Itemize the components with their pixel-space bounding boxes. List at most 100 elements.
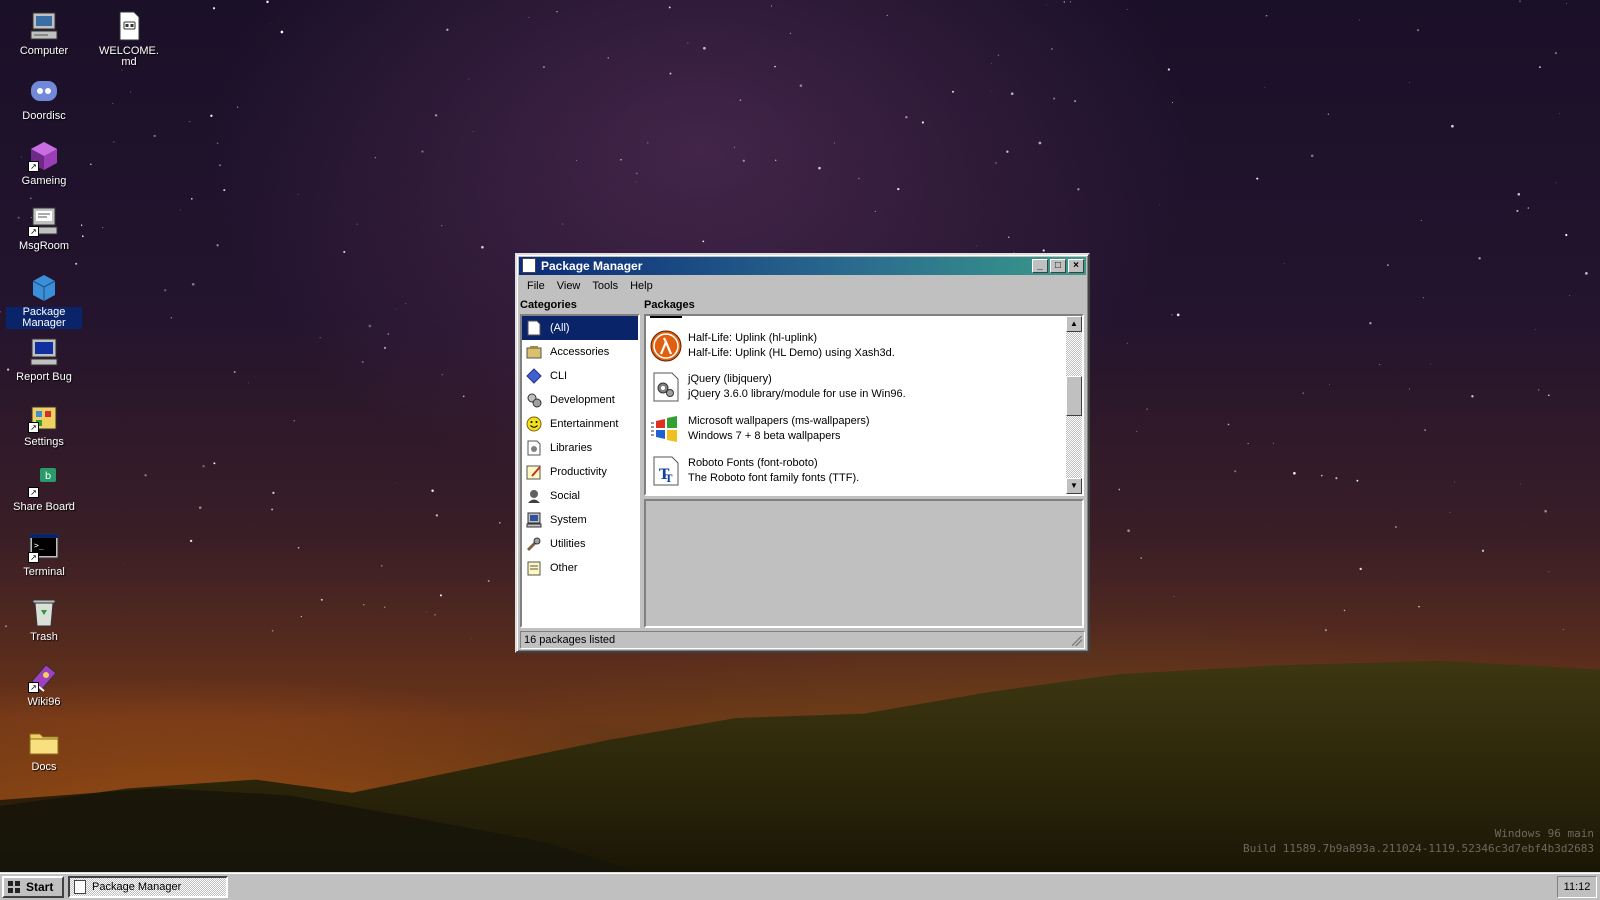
star — [951, 90, 955, 93]
star — [1234, 470, 1237, 473]
star — [405, 303, 407, 304]
package-item-ms-wallpapers[interactable]: Microsoft wallpapers (ms-wallpapers) Win… — [650, 409, 870, 449]
close-button[interactable]: × — [1068, 259, 1084, 273]
desktop-icon-computer[interactable]: Computer — [6, 10, 82, 57]
star — [269, 23, 271, 25]
computer-icon — [28, 10, 60, 42]
star — [1519, 0, 1521, 2]
folder-icon — [28, 726, 60, 758]
star — [89, 163, 92, 166]
menu-help[interactable]: Help — [624, 278, 659, 296]
menu-file[interactable]: File — [521, 278, 551, 296]
star — [320, 598, 323, 601]
star — [439, 594, 442, 597]
categories-heading: Categories — [520, 299, 577, 311]
maximize-button[interactable]: □ — [1050, 259, 1066, 273]
desktop-icon-wiki96[interactable]: ↗ Wiki96 — [6, 661, 82, 708]
category-other[interactable]: Other — [522, 556, 638, 580]
menu-view[interactable]: View — [551, 278, 587, 296]
star — [635, 181, 637, 182]
desktop-icon-doordisc[interactable]: Doordisc — [6, 75, 82, 122]
package-manager-window[interactable]: Package Manager _ □ × File View Tools He… — [515, 253, 1090, 653]
productivity-icon — [526, 464, 542, 480]
star — [218, 164, 222, 167]
desktop-icon-welcome[interactable]: WELCOME.md — [91, 10, 167, 68]
star — [1554, 51, 1558, 55]
taskbar-item-package-manager[interactable]: Package Manager — [68, 876, 228, 898]
system-tray-clock[interactable]: 11:12 — [1557, 876, 1597, 898]
star — [1042, 249, 1045, 252]
desktop-icon-terminal[interactable]: >_ ↗ Terminal — [6, 531, 82, 578]
star — [1247, 442, 1249, 445]
star — [1395, 526, 1397, 528]
star — [1544, 509, 1547, 513]
star — [1171, 314, 1173, 316]
category-all[interactable]: (All) — [522, 316, 638, 340]
star — [542, 66, 545, 69]
star — [1293, 471, 1296, 475]
desktop-icon-docs[interactable]: Docs — [6, 726, 82, 773]
category-social[interactable]: Social — [522, 484, 638, 508]
category-development[interactable]: Development — [522, 388, 638, 412]
category-cli[interactable]: CLI — [522, 364, 638, 388]
title-bar[interactable]: Package Manager _ □ × — [519, 257, 1086, 275]
star — [858, 177, 860, 180]
star — [1539, 66, 1541, 68]
desktop-icon-settings[interactable]: ↗ Settings — [6, 401, 82, 448]
entertainment-icon — [526, 416, 542, 432]
desktop-icon-package-manager[interactable]: Package Manager — [6, 271, 82, 329]
star — [1126, 342, 1128, 344]
desktop-icon-trash[interactable]: Trash — [6, 596, 82, 643]
resize-grip[interactable] — [1072, 636, 1082, 646]
star — [462, 395, 465, 398]
desktop-icon-share-board[interactable]: b ↗ Share Board — [6, 466, 82, 513]
star — [237, 106, 239, 108]
desktop-icon-msgroom[interactable]: ↗ MsgRoom — [6, 205, 82, 252]
category-libraries[interactable]: Libraries — [522, 436, 638, 460]
star — [216, 142, 219, 145]
desktop-icon-report-bug[interactable]: Report Bug — [6, 336, 82, 383]
package-item-hl-uplink[interactable]: Half-Life: Uplink (hl-uplink) Half-Life:… — [650, 326, 895, 366]
package-item-font-roboto[interactable]: TT Roboto Fonts (font-roboto) The Roboto… — [650, 451, 859, 491]
star — [1409, 388, 1410, 390]
star — [1454, 481, 1456, 483]
scroll-down-button[interactable]: ▼ — [1066, 478, 1082, 494]
package-detail-pane — [644, 499, 1084, 628]
star — [1328, 384, 1330, 385]
star — [435, 514, 439, 517]
menu-tools[interactable]: Tools — [586, 278, 624, 296]
star — [164, 289, 167, 292]
star — [897, 187, 900, 191]
star — [818, 166, 821, 170]
star — [799, 84, 803, 87]
trash-icon — [28, 596, 60, 628]
category-system[interactable]: System — [522, 508, 638, 532]
star — [421, 150, 424, 153]
star — [620, 159, 622, 161]
package-description: jQuery 3.6.0 library/module for use in W… — [688, 388, 906, 400]
scroll-up-button[interactable]: ▲ — [1066, 316, 1082, 332]
package-name: Roboto Fonts (font-roboto) — [688, 457, 818, 469]
star — [647, 142, 649, 144]
package-list-scrollbar[interactable]: ▲ ▼ — [1066, 316, 1082, 494]
star — [1302, 392, 1305, 394]
share-board-icon: b ↗ — [28, 466, 60, 498]
development-icon — [526, 392, 542, 408]
category-utilities[interactable]: Utilities — [522, 532, 638, 556]
star — [1136, 430, 1138, 432]
star — [687, 42, 689, 44]
scroll-thumb[interactable] — [1066, 376, 1082, 416]
star — [1424, 429, 1426, 431]
star — [528, 17, 530, 18]
star — [441, 225, 443, 227]
star — [426, 611, 428, 613]
category-accessories[interactable]: Accessories — [522, 340, 638, 364]
package-item-libjquery[interactable]: jQuery (libjquery) jQuery 3.6.0 library/… — [650, 367, 906, 407]
desktop-icon-gameing[interactable]: ↗ Gameing — [6, 140, 82, 187]
star — [1256, 177, 1259, 180]
cube-icon: ↗ — [28, 140, 60, 172]
start-button[interactable]: Start — [2, 876, 64, 898]
minimize-button[interactable]: _ — [1032, 259, 1048, 273]
category-productivity[interactable]: Productivity — [522, 460, 638, 484]
category-entertainment[interactable]: Entertainment — [522, 412, 638, 436]
